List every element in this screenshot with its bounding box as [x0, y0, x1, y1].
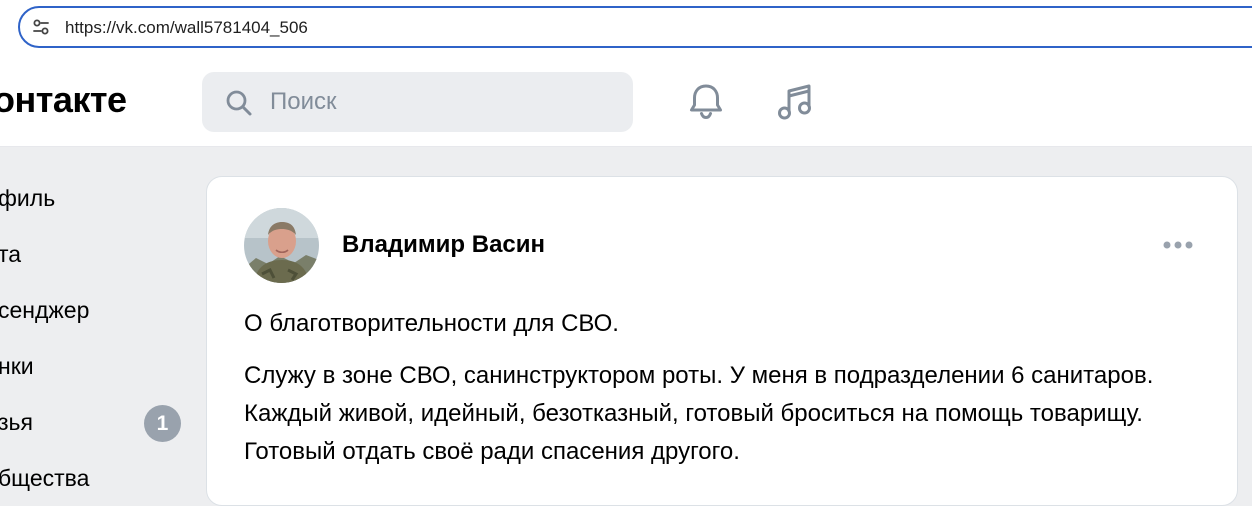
- music-button[interactable]: [774, 79, 818, 123]
- search-icon: [226, 90, 252, 116]
- bell-icon: [690, 84, 722, 120]
- post-paragraph: Служу в зоне СВО, санинструктором роты. …: [244, 362, 1154, 465]
- nav-item-news[interactable]: та: [0, 233, 200, 277]
- search-input[interactable]: [270, 86, 610, 118]
- nav-item-messenger[interactable]: сенджер: [0, 289, 200, 333]
- browser-toolbar: https://vk.com/wall5781404_506: [0, 0, 1252, 58]
- music-icon: [778, 84, 811, 120]
- nav-item-label: зья: [0, 409, 33, 435]
- nav-item-label: та: [0, 241, 22, 267]
- left-navigation: филь та сенджер нки зья 1 бщества: [0, 147, 200, 491]
- address-bar[interactable]: https://vk.com/wall5781404_506: [18, 6, 1252, 48]
- url-text[interactable]: https://vk.com/wall5781404_506: [65, 18, 308, 38]
- post-paragraph: О благотворительности для СВО.: [244, 310, 619, 337]
- friends-count-badge: 1: [144, 405, 181, 442]
- vk-logo[interactable]: онтакте: [0, 79, 127, 121]
- wall-post: Владимир Васин О благотворительности для…: [206, 176, 1238, 506]
- search-box[interactable]: [202, 72, 633, 132]
- nav-item-calls[interactable]: нки: [0, 345, 200, 389]
- site-header: онтакте: [0, 57, 1252, 147]
- nav-item-communities[interactable]: бщества: [0, 457, 200, 501]
- nav-item-profile[interactable]: филь: [0, 177, 200, 221]
- avatar-photo: [244, 208, 319, 283]
- site-settings-icon[interactable]: [32, 18, 50, 36]
- notifications-button[interactable]: [684, 79, 728, 123]
- author-avatar[interactable]: [244, 208, 319, 283]
- nav-item-label: сенджер: [0, 297, 90, 323]
- nav-item-label: бщества: [0, 465, 90, 491]
- nav-item-label: филь: [0, 185, 56, 211]
- nav-item-friends[interactable]: зья 1: [0, 401, 200, 445]
- post-author-name[interactable]: Владимир Васин: [342, 231, 545, 259]
- nav-item-label: нки: [0, 353, 34, 379]
- more-options-icon[interactable]: [1160, 233, 1196, 257]
